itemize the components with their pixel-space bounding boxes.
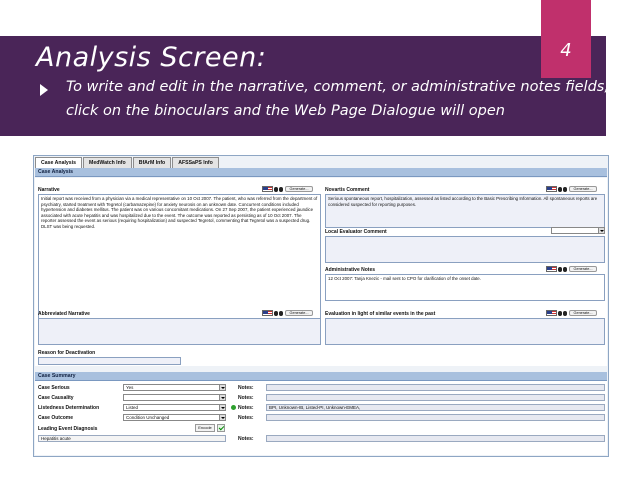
evaluation-controls: Generate... (546, 309, 597, 316)
case-serious-label: Case Serious (38, 385, 70, 391)
novartis-comment-field[interactable]: Serious spontaneous report, hospitalizat… (325, 194, 605, 228)
administrative-notes-controls: Generate... (546, 265, 597, 272)
chevron-down-icon (219, 405, 225, 410)
bullet-arrow-icon (40, 84, 48, 96)
chevron-down-icon (219, 385, 225, 390)
chevron-down-icon (219, 415, 225, 420)
narrative-label: Narrative (38, 187, 60, 193)
listedness-notes-label: Notes: (238, 405, 254, 411)
tab-afssaps-info[interactable]: AFSSaPS Info (172, 157, 219, 168)
tab-medwatch-info[interactable]: MedWatch Info (83, 157, 132, 168)
language-flag-icon[interactable] (262, 309, 273, 316)
administrative-notes-generate-button[interactable]: Generate... (569, 265, 597, 272)
binoculars-icon[interactable] (274, 186, 283, 192)
administrative-notes-text: 12 Oct 2007: Tanja Knezic - mail sent to… (328, 276, 481, 281)
narrative-field[interactable]: Initial report was received from a physi… (38, 194, 321, 321)
case-analysis-app: Case Analysis MedWatch Info BfArM Info A… (33, 155, 609, 457)
case-analysis-panel: Narrative Generate... Initial report was… (35, 178, 607, 366)
case-outcome-notes-label: Notes: (238, 415, 254, 421)
abbreviated-narrative-field[interactable] (38, 318, 321, 345)
novartis-comment-text: Serious spontaneous report, hospitalizat… (328, 196, 598, 207)
chevron-down-icon (598, 228, 604, 233)
local-evaluator-select[interactable] (551, 227, 605, 234)
language-flag-icon[interactable] (546, 309, 557, 316)
case-serious-notes[interactable] (266, 384, 605, 391)
reason-for-deactivation-label: Reason for Deactivation (38, 350, 96, 356)
listedness-notes[interactable]: BPI, Unknown-IB, Listed-PI, Unknown-EMEA… (266, 404, 605, 411)
local-evaluator-comment-label: Local Evaluator Comment (325, 229, 387, 235)
leading-event-notes-label: Notes: (238, 436, 254, 442)
abbreviated-narrative-controls: Generate... (262, 309, 313, 316)
administrative-notes-label: Administrative Notes (325, 267, 376, 273)
narrative-text: Initial report was received from a physi… (41, 196, 318, 229)
novartis-comment-controls: Generate... (546, 185, 597, 192)
bullet-text-line-1: To write and edit in the narrative, comm… (66, 79, 609, 95)
narrative-controls: Generate... (262, 185, 313, 192)
language-flag-icon[interactable] (546, 265, 557, 272)
tab-bar: Case Analysis MedWatch Info BfArM Info A… (35, 157, 220, 168)
listedness-determination-label: Listedness Determination (38, 405, 100, 411)
case-outcome-notes[interactable] (266, 414, 605, 421)
leading-event-notes[interactable] (266, 435, 605, 442)
case-serious-value: Yes (126, 385, 134, 390)
binoculars-icon[interactable] (558, 186, 567, 192)
encode-button[interactable]: Encode (195, 424, 215, 432)
binoculars-icon[interactable] (558, 310, 567, 316)
binoculars-icon[interactable] (558, 266, 567, 272)
bullet-text-line-2: click on the binoculars and the Web Page… (66, 103, 505, 119)
tab-case-analysis[interactable]: Case Analysis (35, 157, 82, 168)
administrative-notes-field[interactable]: 12 Oct 2007: Tanja Knezic - mail sent to… (325, 274, 605, 301)
status-ok-icon (231, 405, 236, 410)
slide-number-box: 4 (541, 0, 591, 78)
case-causality-notes-label: Notes: (238, 395, 254, 401)
case-causality-label: Case Causality (38, 395, 74, 401)
language-flag-icon[interactable] (262, 185, 273, 192)
novartis-comment-generate-button[interactable]: Generate... (569, 185, 597, 192)
case-outcome-value: Condition Unchanged (126, 415, 170, 420)
leading-event-diagnosis-field[interactable]: Hepatitis acute (38, 435, 226, 442)
case-serious-notes-label: Notes: (238, 385, 254, 391)
case-causality-notes[interactable] (266, 394, 605, 401)
abbreviated-narrative-generate-button[interactable]: Generate... (285, 309, 313, 316)
evaluation-field[interactable] (325, 318, 605, 345)
case-outcome-label: Case Outcome (38, 415, 74, 421)
chevron-down-icon (219, 395, 225, 400)
tab-bfarm-info[interactable]: BfArM Info (132, 157, 172, 168)
abbreviated-narrative-label: Abbreviated Narrative (38, 311, 90, 317)
slide-number: 4 (560, 40, 572, 61)
listedness-determination-select[interactable]: Listed (123, 404, 226, 411)
case-causality-select[interactable] (123, 394, 226, 401)
case-outcome-select[interactable]: Condition Unchanged (123, 414, 226, 421)
slide-title: Analysis Screen: (36, 42, 267, 73)
language-flag-icon[interactable] (546, 185, 557, 192)
case-analysis-header: Case Analysis (35, 168, 607, 177)
novartis-comment-label: Novartis Comment (325, 187, 370, 193)
evaluation-label: Evaluation in light of similar events in… (325, 311, 436, 317)
case-summary-header: Case Summary (35, 372, 607, 381)
case-serious-select[interactable]: Yes (123, 384, 226, 391)
binoculars-icon[interactable] (274, 310, 283, 316)
listedness-determination-value: Listed (126, 405, 139, 410)
narrative-generate-button[interactable]: Generate... (285, 185, 313, 192)
local-evaluator-comment-field[interactable] (325, 236, 605, 263)
leading-event-diagnosis-label: Leading Event Diagnosis (38, 426, 98, 432)
checkmark-icon[interactable] (217, 424, 225, 432)
evaluation-generate-button[interactable]: Generate... (569, 309, 597, 316)
reason-for-deactivation-field[interactable] (38, 357, 181, 365)
case-summary-panel: Case Serious Yes Notes: Case Causality N… (35, 381, 607, 455)
